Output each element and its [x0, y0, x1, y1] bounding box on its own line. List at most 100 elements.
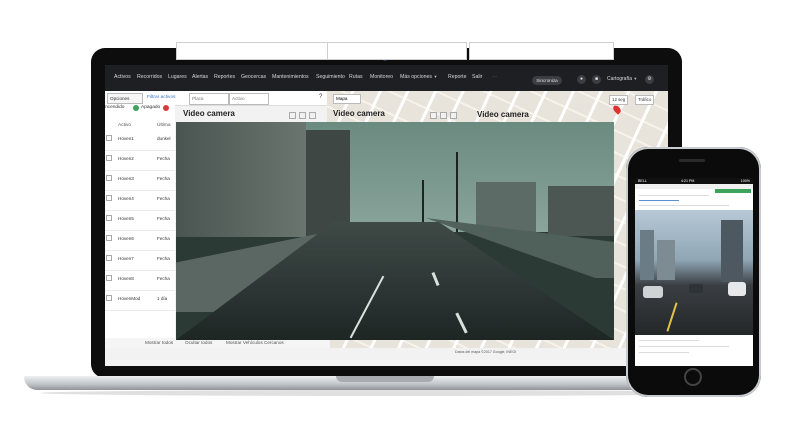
show-nearby-button[interactable]: Mostrar Vehículos Cercanos	[226, 340, 284, 345]
hide-all-button[interactable]: Ocultar todos	[185, 340, 212, 345]
nav-alertas[interactable]: Alertas	[192, 74, 208, 80]
cartography-selector[interactable]: Cartografía ▼	[607, 76, 637, 82]
nav-mas-opciones[interactable]: Más opciones ▼	[400, 74, 437, 80]
minimize-icon[interactable]	[289, 112, 296, 119]
map-attribution: Datos del mapa ©2017 Google, INEGI	[455, 350, 517, 354]
chevron-down-icon: ▼	[433, 74, 438, 79]
asset-name: HovenMod	[118, 296, 141, 301]
row-checkbox[interactable]	[106, 135, 112, 141]
phone-speaker	[679, 159, 705, 162]
asset-name: Hoven3	[118, 176, 134, 181]
asset-date: dunkel	[157, 136, 171, 141]
phone-text-line	[639, 352, 689, 353]
nav-reporte[interactable]: Reporte	[448, 74, 466, 80]
table-row[interactable]: Hoven7 Fecha	[105, 251, 175, 271]
row-checkbox[interactable]	[106, 155, 112, 161]
phone-video-building	[657, 240, 675, 280]
phone-video-feed[interactable]	[635, 210, 753, 335]
phone-text-line	[639, 340, 699, 341]
show-all-button[interactable]: Mostrar todos	[145, 340, 173, 345]
video-lamppost	[422, 180, 424, 224]
asset-name: Hoven6	[118, 236, 134, 241]
phone-video-building	[721, 220, 743, 282]
phone-video-building	[640, 230, 654, 280]
video-panel-header-3	[469, 42, 614, 60]
tracking-on-label: ncendido	[105, 105, 125, 110]
filter-toolbar: Opciones Filtrar activos ?	[105, 91, 330, 106]
table-row[interactable]: Hoven2 Fecha	[105, 151, 175, 171]
message-icon[interactable]: ■	[592, 75, 601, 84]
asset-name: Hoven7	[118, 256, 134, 261]
user-icon[interactable]: ●	[577, 75, 586, 84]
column-header-last[interactable]: Última	[157, 123, 171, 128]
home-button[interactable]	[684, 368, 702, 386]
column-header-asset[interactable]: Activo	[118, 123, 131, 128]
tracking-off-label: Apagado	[141, 105, 161, 110]
nav-salir[interactable]: Salir	[472, 74, 482, 80]
chevron-down-icon: ▼	[633, 76, 638, 81]
maximize-icon[interactable]	[299, 112, 306, 119]
phone-video-car	[689, 284, 703, 293]
table-row[interactable]: HovenMod 1 día	[105, 291, 175, 311]
row-checkbox[interactable]	[106, 255, 112, 261]
nav-lugares[interactable]: Lugares	[168, 74, 187, 80]
nav-rutas[interactable]: Rutas	[349, 74, 363, 80]
row-checkbox[interactable]	[106, 295, 112, 301]
video-panel-title: Video camera	[333, 109, 385, 118]
table-row[interactable]: Hoven8 Fecha	[105, 271, 175, 291]
row-checkbox[interactable]	[106, 235, 112, 241]
minimize-icon[interactable]	[430, 112, 437, 119]
traffic-button[interactable]: Tráfico	[635, 95, 655, 105]
refresh-interval-button[interactable]: 12 seg	[609, 95, 629, 105]
filter-link[interactable]: Filtrar activos	[147, 95, 176, 100]
video-panel-header-2	[327, 42, 467, 60]
asset-name: Hoven5	[118, 216, 134, 221]
top-navigation: Activos Recorridos Lugares Alertas Repor…	[105, 65, 668, 91]
table-row[interactable]: Hoven3 Fecha	[105, 171, 175, 191]
dots-icon[interactable]: ⋯	[492, 74, 497, 80]
close-icon[interactable]	[309, 112, 316, 119]
video-camera-feed[interactable]	[176, 122, 614, 340]
nav-seguimiento[interactable]: Seguimiento	[316, 74, 345, 80]
row-checkbox[interactable]	[106, 275, 112, 281]
asset-date: Fecha	[157, 236, 170, 241]
row-checkbox[interactable]	[106, 215, 112, 221]
table-row[interactable]: Hoven1 dunkel	[105, 131, 175, 151]
nav-monitoreo[interactable]: Monitoreo	[370, 74, 393, 80]
table-row[interactable]: Hoven6 Fecha	[105, 231, 175, 251]
plate-search-input[interactable]	[189, 93, 229, 105]
table-row[interactable]: Hoven4 Fecha	[105, 191, 175, 211]
engine-off-icon	[163, 105, 169, 111]
nav-activos[interactable]: Activos	[114, 74, 131, 80]
asset-name: Hoven4	[118, 196, 134, 201]
table-row[interactable]: Hoven5 Fecha	[105, 211, 175, 231]
row-checkbox[interactable]	[106, 195, 112, 201]
row-checkbox[interactable]	[106, 175, 112, 181]
video-panel-title: Video camera	[477, 110, 529, 119]
video-panel-header-1	[176, 42, 328, 60]
options-dropdown[interactable]: Opciones	[107, 93, 143, 104]
map-type-select[interactable]: Mapa	[333, 94, 361, 104]
nav-geocercas[interactable]: Geocercas	[241, 74, 266, 80]
asset-name: Hoven1	[118, 136, 134, 141]
asset-date: Fecha	[157, 196, 170, 201]
video-lamppost	[456, 152, 458, 232]
asset-date: Fecha	[157, 176, 170, 181]
close-icon[interactable]	[450, 112, 457, 119]
help-icon[interactable]: ?	[319, 94, 322, 100]
maximize-icon[interactable]	[440, 112, 447, 119]
phone-screen: BELL 4:21 PM 100%	[635, 178, 753, 366]
nav-mantenimientos[interactable]: Mantenimientos	[272, 74, 309, 80]
asset-date: Fecha	[157, 256, 170, 261]
phone-text-line	[639, 346, 729, 347]
nav-reportes[interactable]: Reportes	[214, 74, 235, 80]
asset-date: Fecha	[157, 156, 170, 161]
laptop-notch	[336, 376, 434, 382]
engine-on-icon	[133, 105, 139, 111]
nav-recorridos[interactable]: Recorridos	[137, 74, 162, 80]
sincroniza-button[interactable]: Sincroniza	[532, 76, 562, 85]
video-panel-title: Video camera	[183, 109, 235, 118]
asset-name: Hoven2	[118, 156, 134, 161]
settings-icon[interactable]: ⚙	[645, 75, 654, 84]
asset-search-input[interactable]	[229, 93, 269, 105]
